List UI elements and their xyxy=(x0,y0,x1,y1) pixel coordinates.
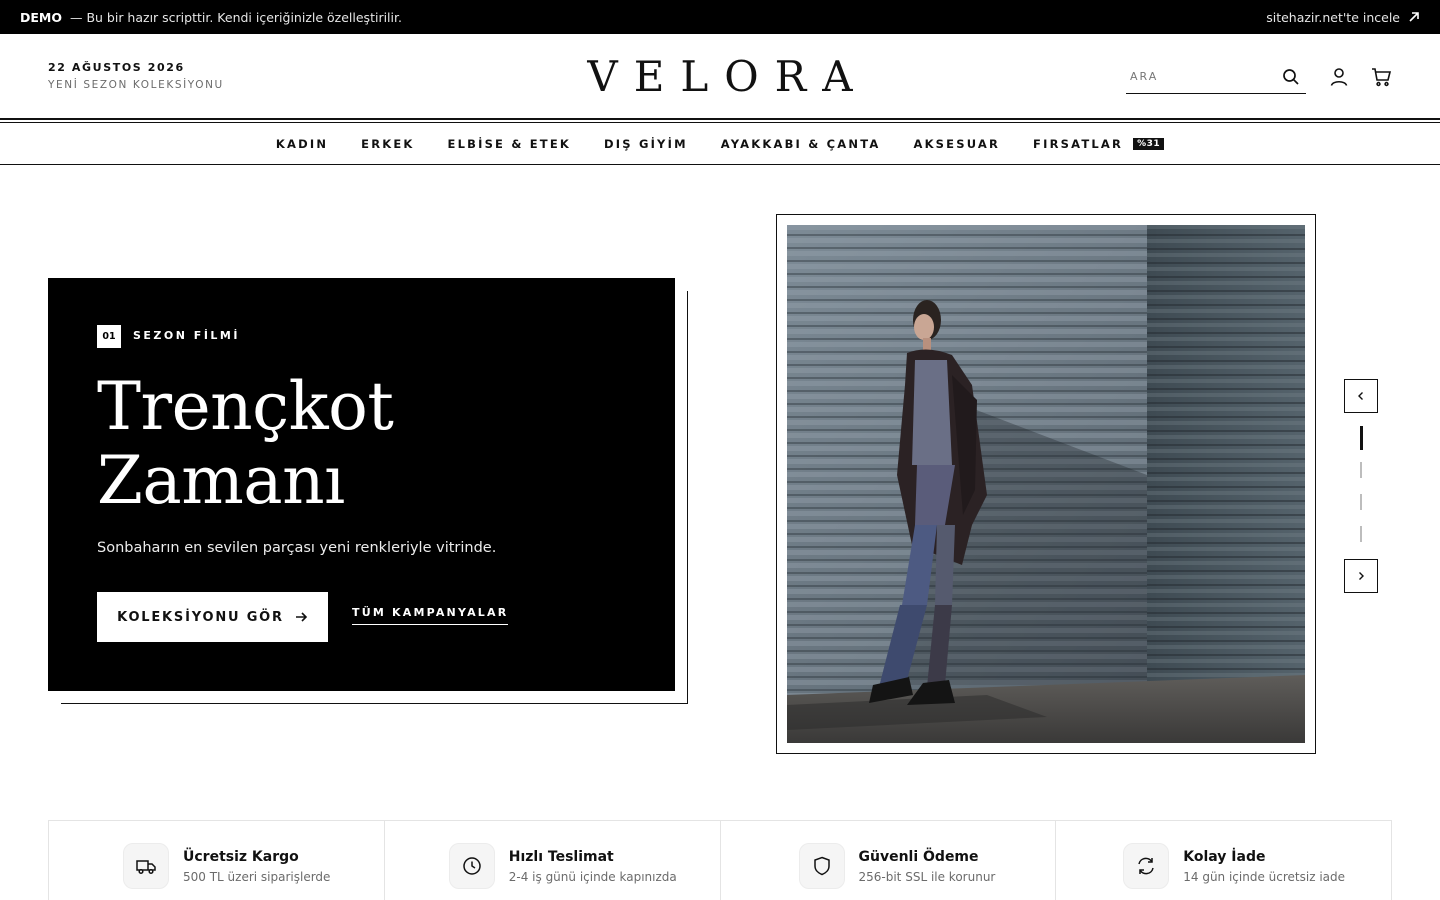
main-nav: KADIN ERKEK ELBİSE & ETEK DIŞ GİYİM AYAK… xyxy=(0,123,1440,164)
hero-kicker: SEZON FİLMİ xyxy=(133,329,240,342)
search-input[interactable] xyxy=(1126,70,1276,83)
feature-title: Güvenli Ödeme xyxy=(858,849,979,865)
arrow-right-icon xyxy=(295,612,307,622)
hero-subtitle: Sonbaharın en sevilen parçası yeni renkl… xyxy=(97,540,497,556)
feature-fast-delivery: Hızlı Teslimat 2-4 iş günü içinde kapını… xyxy=(385,821,721,900)
site-header: 22 AĞUSTOS 2026 YENİ SEZON KOLEKSİYONU V… xyxy=(0,34,1440,118)
user-icon[interactable] xyxy=(1328,66,1350,88)
discount-badge: %31 xyxy=(1133,137,1165,150)
slider-dot-1[interactable] xyxy=(1360,426,1363,450)
hero-image-frame xyxy=(776,214,1316,754)
feature-icon-box xyxy=(798,843,845,889)
slider-dot-2[interactable] xyxy=(1360,462,1362,478)
hero-photo xyxy=(787,225,1305,743)
feature-title: Hızlı Teslimat xyxy=(508,849,614,865)
nav-item-aksesuar[interactable]: AKSESUAR xyxy=(913,137,1000,151)
view-collection-label[interactable]: KOLEKSİYONU GÖR xyxy=(117,610,284,625)
feature-free-shipping: Ücretsiz Kargo 500 TL üzeri siparişlerde xyxy=(49,821,385,900)
nav-divider xyxy=(0,164,1440,165)
chevron-right-icon xyxy=(1359,572,1364,580)
arrow-up-right-icon xyxy=(1409,12,1419,22)
demo-link[interactable]: sitehazir.net'te incele xyxy=(1266,10,1420,25)
search-box[interactable] xyxy=(1126,60,1306,94)
nav-item-erkek[interactable]: ERKEK xyxy=(361,137,414,151)
feature-subtitle: 14 gün içinde ücretsiz iade xyxy=(1183,870,1346,884)
demo-bar: DEMO — Bu bir hazır scripttir. Kendi içe… xyxy=(0,0,1440,34)
feature-subtitle: 2-4 iş günü içinde kapınızda xyxy=(508,870,677,884)
feature-title: Ücretsiz Kargo xyxy=(183,849,299,865)
slide-number: 01 xyxy=(97,325,121,348)
refresh-icon xyxy=(1138,857,1154,875)
truck-icon xyxy=(136,860,156,875)
demo-text: — Bu bir hazır scripttir. Kendi içeriğin… xyxy=(69,9,402,25)
feature-subtitle: 500 TL üzeri siparişlerde xyxy=(183,870,331,884)
hero-title-line-1: Trençkot xyxy=(97,368,394,445)
clock-icon xyxy=(463,857,481,875)
feature-easy-returns: Kolay İade 14 gün içinde ücretsiz iade xyxy=(1056,821,1391,900)
hero-card: 01 SEZON FİLMİ Trençkot Zamanı Sonbaharı… xyxy=(48,278,675,691)
feature-icon-box xyxy=(123,843,169,889)
slider-prev-button[interactable] xyxy=(1344,379,1378,413)
features-strip: Ücretsiz Kargo 500 TL üzeri siparişlerde… xyxy=(48,820,1392,900)
slider-dot-4[interactable] xyxy=(1360,526,1362,542)
feature-title: Kolay İade xyxy=(1183,849,1266,865)
feature-icon-box xyxy=(1123,843,1170,889)
feature-secure-payment: Güvenli Ödeme 256-bit SSL ile korunur xyxy=(721,821,1057,900)
nav-item-firsatlar-label[interactable]: FIRSATLAR xyxy=(1033,137,1123,151)
demo-message: DEMO — Bu bir hazır scripttir. Kendi içe… xyxy=(20,10,402,25)
nav-item-firsatlar[interactable]: FIRSATLAR %31 xyxy=(1033,137,1165,151)
demo-label: DEMO xyxy=(20,9,62,25)
slider-dot-3[interactable] xyxy=(1360,494,1362,510)
all-campaigns-link[interactable]: TÜM KAMPANYALAR xyxy=(352,606,509,625)
hero-title: Trençkot Zamanı xyxy=(97,368,394,519)
nav-divider xyxy=(0,118,1440,120)
nav-item-elbise-etek[interactable]: ELBİSE & ETEK xyxy=(448,137,571,151)
cart-icon[interactable] xyxy=(1370,66,1392,88)
chevron-left-icon xyxy=(1358,392,1363,400)
feature-icon-box xyxy=(448,843,495,889)
hero-title-line-2: Zamanı xyxy=(97,442,345,519)
hero-photo-illustration xyxy=(787,225,1305,743)
search-icon[interactable] xyxy=(1282,68,1300,86)
nav-item-ayakkabi-canta[interactable]: AYAKKABI & ÇANTA xyxy=(721,137,881,151)
nav-item-kadin[interactable]: KADIN xyxy=(276,137,328,151)
demo-link-label[interactable]: sitehazir.net'te incele xyxy=(1266,10,1400,25)
feature-subtitle: 256-bit SSL ile korunur xyxy=(858,870,996,884)
slider-next-button[interactable] xyxy=(1344,559,1378,593)
shield-icon xyxy=(813,856,830,876)
nav-item-dis-giyim[interactable]: DIŞ GİYİM xyxy=(604,137,688,151)
view-collection-button[interactable]: KOLEKSİYONU GÖR xyxy=(97,592,328,642)
